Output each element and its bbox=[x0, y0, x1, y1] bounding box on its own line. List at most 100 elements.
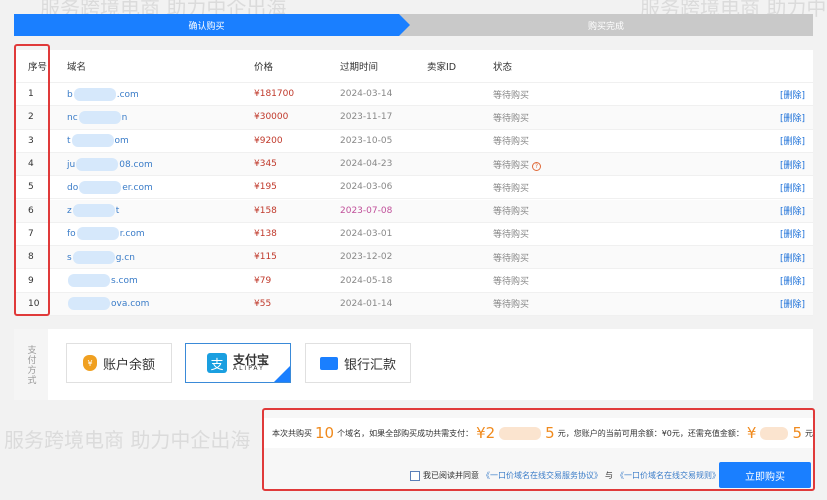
domain-prefix: fo bbox=[67, 229, 76, 240]
domain-suffix: 08.com bbox=[119, 159, 153, 170]
status-text: 等待购买 bbox=[493, 300, 530, 311]
row-status: 等待购买 bbox=[493, 88, 529, 101]
delete-link[interactable]: [删除] bbox=[780, 227, 805, 240]
selected-check-icon: ✓ bbox=[274, 366, 305, 382]
delete-link[interactable]: [删除] bbox=[780, 88, 805, 101]
status-text: 等待购买 bbox=[493, 137, 530, 148]
domain-prefix: do bbox=[67, 182, 79, 193]
row-status: 等待购买 bbox=[493, 227, 529, 240]
table-row: 5 do er.com ¥195 2024-03-06 等待购买 [删除] bbox=[14, 176, 813, 200]
delete-link[interactable]: [删除] bbox=[780, 251, 805, 264]
delete-link[interactable]: [删除] bbox=[780, 297, 805, 310]
row-expire: 2023-07-08 bbox=[340, 205, 393, 216]
row-status: 等待购买 bbox=[493, 181, 529, 194]
row-price: ¥195 bbox=[254, 182, 277, 193]
step-complete: 购买完成 bbox=[399, 14, 813, 36]
status-text: 等待购买 bbox=[493, 277, 530, 288]
status-text: 等待购买 bbox=[493, 183, 530, 194]
row-status: 等待购买 bbox=[493, 251, 529, 264]
domain-link[interactable]: b .com bbox=[67, 87, 139, 101]
status-text: 等待购买 bbox=[493, 113, 530, 124]
pay-alipay-button[interactable]: 支 支付宝 ALIPAY ✓ bbox=[185, 343, 305, 383]
table-row: 10 ova.com ¥55 2024-01-14 等待购买 [删除] bbox=[14, 292, 813, 316]
row-price: ¥9200 bbox=[254, 135, 283, 146]
pay-bank-button[interactable]: 银行汇款 bbox=[305, 343, 411, 383]
delete-link[interactable]: [删除] bbox=[780, 204, 805, 217]
payment-label: 支付方式 bbox=[14, 329, 48, 400]
domain-link[interactable]: ova.com bbox=[67, 297, 150, 311]
domain-link[interactable]: nc n bbox=[67, 110, 128, 124]
domain-suffix: .com bbox=[116, 89, 139, 100]
status-text: 等待购买 bbox=[493, 207, 530, 218]
row-status: 等待购买 bbox=[493, 297, 529, 310]
delete-link[interactable]: [删除] bbox=[780, 134, 805, 147]
domain-link[interactable]: fo r.com bbox=[67, 227, 145, 241]
row-expire: 2023-11-17 bbox=[340, 112, 393, 123]
row-expire: 2024-05-18 bbox=[340, 275, 393, 286]
delete-link[interactable]: [删除] bbox=[780, 274, 805, 287]
domain-link[interactable]: s.com bbox=[67, 274, 138, 288]
domain-suffix: ova.com bbox=[111, 299, 150, 310]
domain-link[interactable]: s g.cn bbox=[67, 250, 135, 264]
row-expire: 2024-03-14 bbox=[340, 89, 393, 100]
header-price: 价格 bbox=[254, 62, 274, 73]
step-confirm: 确认购买 bbox=[14, 14, 410, 36]
row-expire: 2024-04-23 bbox=[340, 159, 393, 170]
table-row: 9 s.com ¥79 2024-05-18 等待购买 [删除] bbox=[14, 269, 813, 293]
domain-suffix: s.com bbox=[111, 276, 138, 287]
table-row: 7 fo r.com ¥138 2024-03-01 等待购买 [删除] bbox=[14, 223, 813, 247]
payment-methods: 支付方式 ¥ 账户余额 支 支付宝 ALIPAY ✓ 银行汇款 bbox=[14, 329, 813, 400]
domain-suffix: g.cn bbox=[115, 252, 135, 263]
domain-suffix: er.com bbox=[122, 182, 153, 193]
domain-suffix: r.com bbox=[119, 229, 145, 240]
progress-steps: 确认购买 购买完成 bbox=[14, 14, 813, 36]
domain-prefix: b bbox=[67, 89, 73, 100]
status-text: 等待购买 bbox=[493, 230, 530, 241]
domain-link[interactable]: zt bbox=[67, 204, 119, 218]
domain-suffix: om bbox=[114, 136, 129, 147]
watermark-slogan: 服务跨境电商 助力中企出海 bbox=[4, 428, 251, 452]
row-expire: 2023-10-05 bbox=[340, 135, 393, 146]
table-row: 2 nc n ¥30000 2023-11-17 等待购买 [删除] bbox=[14, 106, 813, 130]
table-row: 1 b .com ¥181700 2024-03-14 等待购买 [删除] bbox=[14, 83, 813, 107]
row-status: 等待购买 bbox=[493, 204, 529, 217]
row-status: 等待购买 bbox=[493, 111, 529, 124]
alipay-sub: ALIPAY bbox=[232, 365, 265, 372]
status-text: 等待购买 bbox=[493, 253, 530, 264]
row-status: 等待购买 bbox=[493, 274, 529, 287]
header-seller-id: 卖家ID bbox=[427, 62, 457, 73]
highlight-box-seq bbox=[14, 44, 50, 316]
pay-balance-button[interactable]: ¥ 账户余额 bbox=[66, 343, 172, 383]
status-text: 等待购买 bbox=[493, 160, 530, 171]
pay-bank-label: 银行汇款 bbox=[343, 357, 396, 373]
domain-prefix: ju bbox=[67, 159, 76, 170]
domain-prefix: nc bbox=[67, 112, 78, 123]
domain-link[interactable]: ju 08.com bbox=[67, 157, 153, 171]
help-icon[interactable]: ? bbox=[532, 161, 542, 171]
delete-link[interactable]: [删除] bbox=[780, 181, 805, 194]
header-status: 状态 bbox=[493, 62, 513, 73]
domain-table: 序号 域名 价格 过期时间 卖家ID 状态 1 b .com ¥181700 20… bbox=[14, 50, 813, 316]
row-status: 等待购买 bbox=[493, 134, 529, 147]
row-price: ¥158 bbox=[254, 205, 277, 216]
domain-prefix: z bbox=[67, 206, 72, 217]
table-row: 6 zt ¥158 2023-07-08 等待购买 [删除] bbox=[14, 199, 813, 223]
row-price: ¥30000 bbox=[254, 112, 289, 123]
highlight-box-summary bbox=[262, 408, 815, 491]
domain-prefix: t bbox=[67, 136, 71, 147]
row-price: ¥138 bbox=[254, 228, 277, 239]
row-price: ¥345 bbox=[254, 159, 277, 170]
domain-link[interactable]: t om bbox=[67, 134, 129, 148]
delete-link[interactable]: [删除] bbox=[780, 158, 805, 171]
domain-prefix: s bbox=[67, 252, 72, 263]
bank-card-icon bbox=[319, 356, 338, 370]
table-row: 4 ju 08.com ¥345 2024-04-23 等待购买? [删除] bbox=[14, 152, 813, 177]
status-text: 等待购买 bbox=[493, 90, 530, 101]
pay-balance-label: 账户余额 bbox=[102, 357, 155, 373]
domain-link[interactable]: do er.com bbox=[67, 180, 153, 194]
row-price: ¥55 bbox=[254, 298, 272, 309]
alipay-icon: 支 bbox=[206, 353, 227, 373]
domain-suffix: n bbox=[121, 112, 128, 123]
delete-link[interactable]: [删除] bbox=[780, 111, 805, 124]
money-bag-icon: ¥ bbox=[82, 355, 97, 371]
